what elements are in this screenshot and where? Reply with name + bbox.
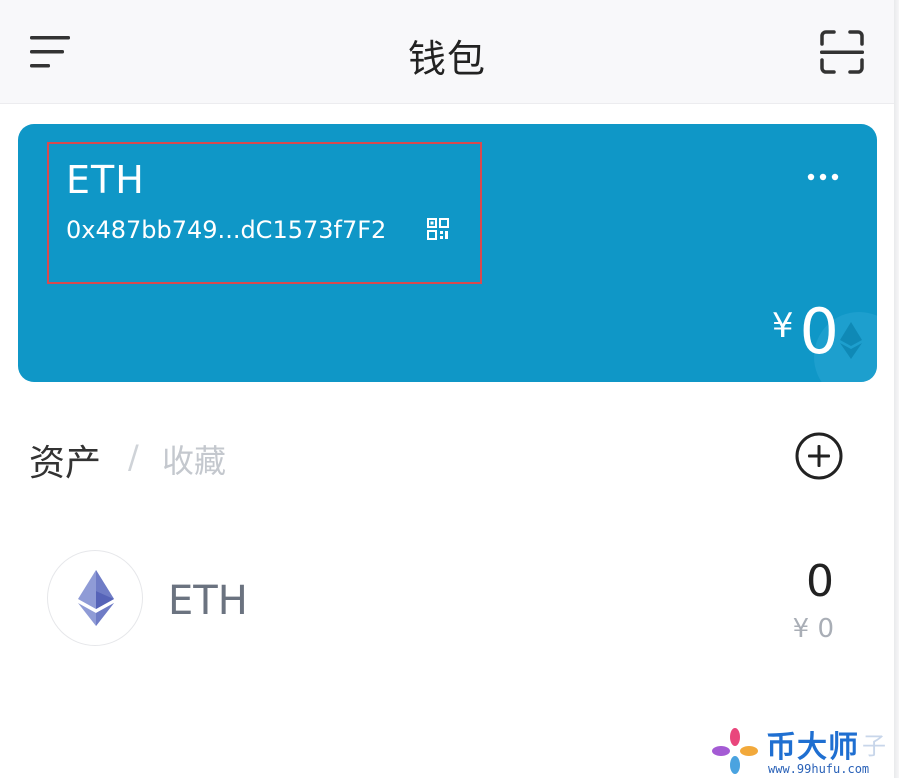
wallet-balance: ¥ 0 [772,300,839,364]
token-amount: 0 [806,556,834,607]
wallet-card[interactable]: ETH 0x487bb749...dC1573f7F2 ¥ 0 [18,124,877,382]
token-logo [47,550,143,646]
balance-value: 0 [799,295,839,368]
scan-icon[interactable] [818,28,866,76]
ethereum-icon [78,570,114,626]
more-options-icon[interactable] [806,171,840,183]
qr-code-icon[interactable] [427,218,449,240]
tab-separator: / [128,438,139,476]
watermark-text: 币大师 [766,730,859,765]
tab-favorites[interactable]: 收藏 [162,436,226,482]
tab-assets[interactable]: 资产 [29,434,101,486]
watermark-url: www.99hufu.com [768,762,870,776]
flower-logo-icon [712,728,758,774]
watermark-extra: 子 [862,732,886,760]
wallet-page: 钱包 ETH 0x487bb749...dC1573f7F2 ¥ 0 资产 / … [0,0,899,778]
site-watermark: 币大师 子 www.99hufu.com [712,716,892,778]
token-name: ETH [168,578,248,624]
wallet-address[interactable]: 0x487bb749...dC1573f7F2 [66,216,386,244]
scroll-edge [894,0,899,778]
page-title: 钱包 [407,37,486,81]
currency-symbol: ¥ [771,306,794,346]
top-bar: 钱包 [0,0,894,104]
add-asset-icon[interactable] [794,431,844,481]
asset-list-item[interactable]: ETH 0 ¥ 0 [0,540,894,660]
wallet-name: ETH [66,158,145,202]
token-fiat-value: ¥ 0 [792,614,834,644]
